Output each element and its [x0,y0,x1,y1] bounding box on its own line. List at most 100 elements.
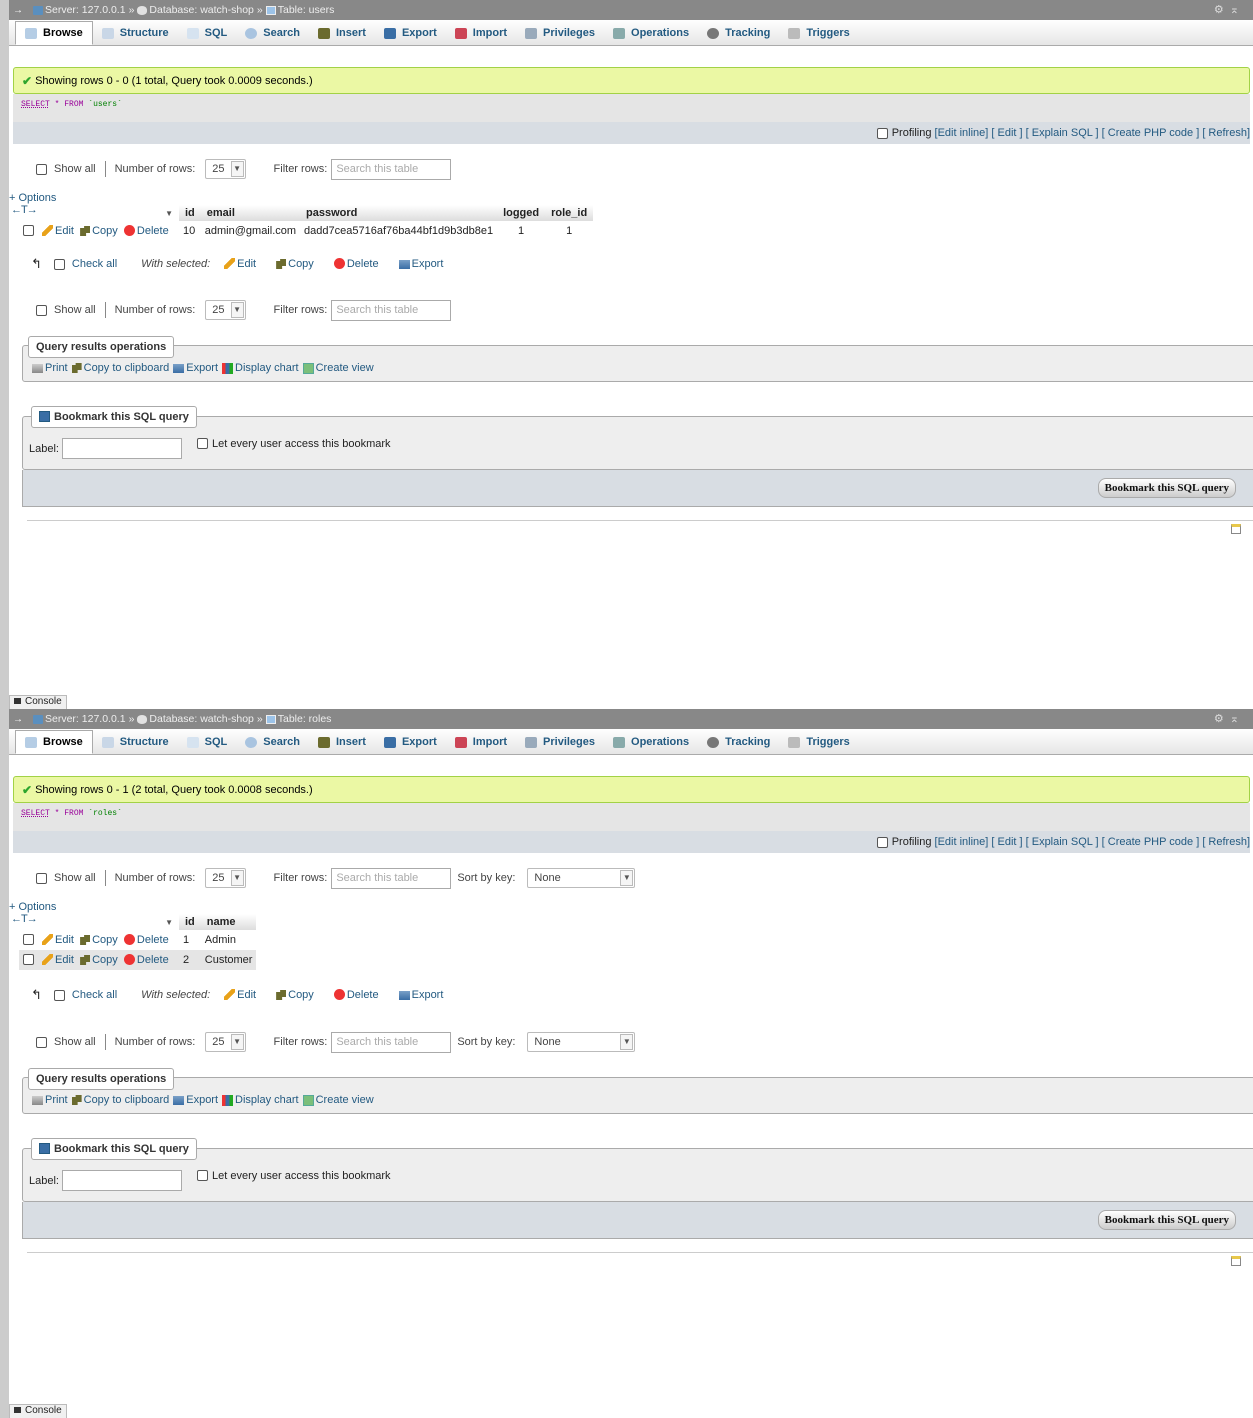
sort-icon[interactable]: ▼ [19,205,179,221]
row-edit[interactable]: Edit [42,934,74,946]
create-view-link[interactable]: Create view [316,362,374,374]
column-header[interactable]: role_id [545,205,594,221]
tab-import[interactable]: Import [446,730,516,754]
filter-input[interactable]: Search this table [331,158,452,180]
table-cell[interactable]: Admin [201,930,257,950]
tab-export[interactable]: Export [375,21,446,45]
bookmark-button[interactable]: Bookmark this SQL query [1097,478,1236,498]
gear-icon[interactable]: ⚙ [1214,4,1230,16]
filter-input[interactable]: Search this table [331,867,452,889]
tab-search[interactable]: Search [236,730,309,754]
tab-tracking[interactable]: Tracking [698,730,779,754]
column-header[interactable]: id [179,914,201,930]
export-link[interactable]: Export [186,362,218,374]
bulk-delete[interactable]: Delete [333,258,379,270]
copy-to-clipboard-link[interactable]: Copy to clipboard [84,1094,170,1106]
bulk-edit[interactable]: Edit [224,258,256,270]
create-view-link[interactable]: Create view [316,1094,374,1106]
breadcrumb-database[interactable]: Database: watch-shop [149,713,253,725]
bulk-copy[interactable]: Copy [276,989,314,1001]
tab-triggers[interactable]: Triggers [779,21,858,45]
show-all-checkbox[interactable] [36,872,47,884]
row-checkbox[interactable] [23,225,34,236]
tab-privileges[interactable]: Privileges [516,730,604,754]
query-links[interactable]: [Edit inline] [ Edit ] [ Explain SQL ] [… [935,127,1250,139]
collapse-arrow-icon[interactable]: → [13,5,23,16]
table-cell[interactable]: 1 [179,930,201,950]
breadcrumb-table[interactable]: Table: users [278,4,335,16]
table-cell[interactable]: Customer [200,950,257,970]
note-icon[interactable] [1231,524,1241,534]
show-all-checkbox[interactable] [36,163,47,175]
row-delete[interactable]: Delete [123,225,169,237]
row-copy[interactable]: Copy [80,954,118,966]
breadcrumb-table[interactable]: Table: roles [278,713,332,725]
every-user-checkbox[interactable] [197,438,208,449]
sort-by-key-select[interactable]: None ▼ [527,868,636,888]
column-header[interactable]: email [200,205,301,221]
bulk-export[interactable]: Export [398,989,443,1001]
bookmark-label-input[interactable] [62,438,182,459]
row-copy[interactable]: Copy [80,225,118,237]
export-link[interactable]: Export [186,1094,218,1106]
column-header[interactable]: logged [497,205,546,221]
tab-browse[interactable]: Browse [15,21,93,45]
column-header[interactable]: password [300,205,498,221]
bulk-edit[interactable]: Edit [224,989,256,1001]
tab-privileges[interactable]: Privileges [516,21,604,45]
console-tab[interactable]: Console [9,695,67,709]
tab-browse[interactable]: Browse [15,730,93,754]
tab-insert[interactable]: Insert [309,730,375,754]
collapse-arrow-icon[interactable]: → [13,714,23,725]
tab-operations[interactable]: Operations [604,21,698,45]
sort-icon[interactable]: ▼ [19,914,179,930]
query-links[interactable]: [Edit inline] [ Edit ] [ Explain SQL ] [… [935,836,1250,848]
check-all-checkbox[interactable] [53,258,65,270]
tab-operations[interactable]: Operations [604,730,698,754]
gear-icon[interactable]: ⚙ [1214,713,1230,725]
console-tab[interactable]: Console [9,1404,67,1418]
sort-by-key-select[interactable]: None ▼ [527,1032,636,1052]
bookmark-button[interactable]: Bookmark this SQL query [1097,1210,1236,1230]
check-all-checkbox[interactable] [53,989,65,1001]
num-rows-select[interactable]: 25 ▼ [205,159,246,179]
num-rows-select[interactable]: 25 ▼ [205,868,246,888]
table-cell[interactable]: 2 [179,950,201,970]
bulk-delete[interactable]: Delete [333,989,379,1001]
profiling-checkbox[interactable] [876,127,888,139]
every-user-checkbox[interactable] [197,1170,208,1181]
row-checkbox[interactable] [23,934,34,945]
row-delete[interactable]: Delete [123,954,169,966]
row-delete[interactable]: Delete [123,934,169,946]
filter-input[interactable]: Search this table [331,299,452,321]
tab-insert[interactable]: Insert [309,21,375,45]
table-cell[interactable]: 10 [179,221,201,241]
bulk-export[interactable]: Export [398,258,443,270]
collapse-top-icon[interactable]: ⌅ [1230,713,1245,725]
num-rows-select[interactable]: 25 ▼ [205,300,246,320]
tab-sql[interactable]: SQL [178,21,237,45]
print-link[interactable]: Print [45,1094,68,1106]
collapse-top-icon[interactable]: ⌅ [1230,4,1245,16]
breadcrumb-database[interactable]: Database: watch-shop [149,4,253,16]
filter-input[interactable]: Search this table [331,1031,452,1053]
check-all-label[interactable]: Check all [72,989,117,1001]
tab-triggers[interactable]: Triggers [779,730,858,754]
column-header[interactable]: name [200,914,257,930]
tab-export[interactable]: Export [375,730,446,754]
row-edit[interactable]: Edit [42,954,74,966]
show-all-checkbox[interactable] [36,304,47,316]
options-link[interactable]: + Options [9,901,56,913]
check-all-label[interactable]: Check all [72,258,117,270]
breadcrumb-server[interactable]: Server: 127.0.0.1 [45,4,126,16]
tab-structure[interactable]: Structure [93,730,178,754]
display-chart-link[interactable]: Display chart [235,362,299,374]
bulk-copy[interactable]: Copy [276,258,314,270]
note-icon[interactable] [1231,1256,1241,1266]
tab-search[interactable]: Search [236,21,309,45]
display-chart-link[interactable]: Display chart [235,1094,299,1106]
tab-tracking[interactable]: Tracking [698,21,779,45]
options-link[interactable]: + Options [9,192,56,204]
row-edit[interactable]: Edit [42,225,74,237]
tab-import[interactable]: Import [446,21,516,45]
